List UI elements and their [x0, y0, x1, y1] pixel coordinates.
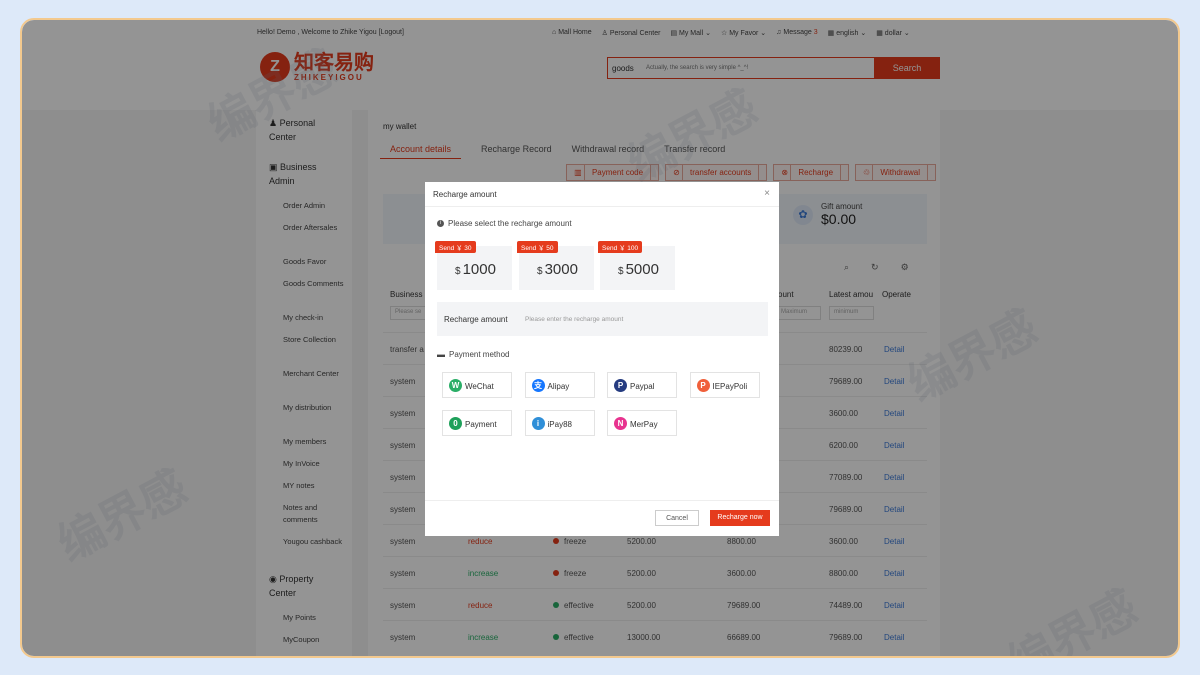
payment-method-heading: ▬ Payment method	[437, 350, 509, 359]
recharge-now-button[interactable]: Recharge now	[710, 510, 770, 526]
payment-option-merpay[interactable]: N MerPay	[607, 410, 677, 436]
recharge-modal: Recharge amount × i Please select the re…	[425, 182, 779, 536]
cancel-button[interactable]: Cancel	[655, 510, 699, 526]
select-amount-heading: i Please select the recharge amount	[437, 219, 572, 228]
bonus-badge: Send ￥ 100	[598, 241, 643, 253]
currency-symbol: $	[618, 266, 624, 277]
select-amount-label: Please select the recharge amount	[448, 219, 572, 228]
amount-value: $5000	[618, 261, 659, 278]
amount-number: 1000	[462, 261, 496, 278]
amount-option-3000[interactable]: Send ￥ 50 $3000	[517, 241, 594, 290]
payment-option-label: Paypal	[630, 382, 655, 391]
bonus-badge: Send ￥ 30	[435, 241, 476, 253]
payment-option-label: IEPayPoli	[712, 382, 748, 391]
currency-symbol: $	[537, 266, 543, 277]
bonus-badge: Send ￥ 50	[517, 241, 558, 253]
amount-option-5000[interactable]: Send ￥ 100 $5000	[598, 241, 675, 290]
recharge-amount-field: Recharge amount Please enter the recharg…	[437, 302, 768, 336]
amount-option-1000[interactable]: Send ￥ 30 $1000	[435, 241, 512, 290]
browser-frame: Hello! Demo , Welcome to Zhike Yigou [Lo…	[20, 18, 1180, 658]
payment-option-payment[interactable]: 0 Payment	[442, 410, 512, 436]
merpay-icon: N	[614, 417, 627, 430]
amount-value: $1000	[455, 261, 496, 278]
page: Hello! Demo , Welcome to Zhike Yigou [Lo…	[22, 20, 1178, 656]
alipay-icon: 支	[531, 379, 545, 392]
close-icon[interactable]: ×	[764, 188, 770, 199]
payment-option-label: MerPay	[630, 420, 658, 429]
payment-option-label: Alipay	[547, 382, 570, 391]
recharge-amount-label: Recharge amount	[444, 315, 508, 324]
modal-footer-divider	[425, 500, 779, 501]
payment-option-wechat[interactable]: W WeChat	[442, 372, 512, 398]
ipay88-icon: i	[531, 417, 545, 430]
payment-option-ipay88[interactable]: i iPay88	[524, 410, 595, 436]
payment-option-label: Payment	[465, 420, 497, 429]
modal-title: Recharge amount	[433, 190, 497, 199]
payment-option-label: WeChat	[465, 382, 494, 391]
currency-symbol: $	[455, 266, 461, 277]
payment-icon: 0	[449, 417, 462, 430]
payment-option-alipay[interactable]: 支 Alipay	[524, 372, 595, 398]
payment-option-label: iPay88	[547, 420, 572, 429]
iepaypoli-icon: P	[696, 379, 710, 392]
payment-option-iepaypoli[interactable]: P IEPayPoli	[689, 372, 760, 398]
info-icon: i	[437, 220, 444, 227]
modal-divider	[425, 206, 779, 207]
amount-value: $3000	[537, 261, 578, 278]
amount-number: 3000	[544, 261, 578, 278]
wechat-icon: W	[449, 379, 462, 392]
recharge-amount-input[interactable]: Please enter the recharge amount	[525, 316, 623, 323]
card-icon: ▬	[437, 350, 445, 359]
paypal-icon: P	[614, 379, 627, 392]
amount-number: 5000	[625, 261, 659, 278]
payment-method-label: Payment method	[449, 350, 510, 359]
payment-option-paypal[interactable]: P Paypal	[607, 372, 677, 398]
